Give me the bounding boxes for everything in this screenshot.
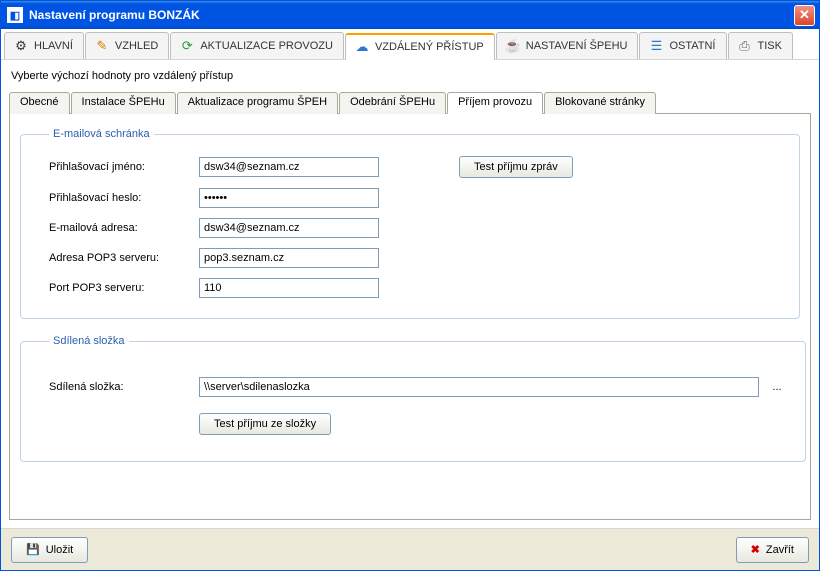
main-tab-ostatni[interactable]: ☰ OSTATNÍ [639, 32, 726, 59]
main-tab-label: OSTATNÍ [669, 40, 715, 52]
main-tab-vzhled[interactable]: ✎ VZHLED [85, 32, 169, 59]
main-tabs: ⚙ HLAVNÍ ✎ VZHLED ⟳ AKTUALIZACE PROVOZU … [1, 29, 819, 60]
row-test-folder: Test příjmu ze složky [49, 413, 787, 435]
sub-tab-odebrani-spehu[interactable]: Odebrání ŠPEHu [339, 92, 446, 114]
save-button[interactable]: 💾 Uložit [11, 537, 88, 563]
pop3-port-input[interactable] [199, 278, 379, 298]
refresh-icon: ⟳ [179, 38, 195, 54]
shared-folder-input[interactable] [199, 377, 759, 397]
row-shared-folder: Sdílená složka: ... [49, 377, 787, 397]
close-button[interactable]: ✖ Zavřít [736, 537, 809, 563]
remote-icon: ☁ [354, 39, 370, 55]
group-email: E-mailová schránka Přihlašovací jméno: T… [20, 128, 800, 319]
group-email-legend: E-mailová schránka [49, 128, 154, 140]
pop3-addr-label: Adresa POP3 serveru: [49, 252, 199, 264]
shared-folder-label: Sdílená složka: [49, 381, 199, 393]
paint-icon: ✎ [94, 38, 110, 54]
main-tab-label: NASTAVENÍ ŠPEHU [526, 40, 628, 52]
pop3-port-label: Port POP3 serveru: [49, 282, 199, 294]
browse-folder-button[interactable]: ... [767, 381, 787, 393]
row-password: Přihlašovací heslo: [49, 188, 781, 208]
app-icon: ◧ [7, 7, 23, 23]
password-label: Přihlašovací heslo: [49, 192, 199, 204]
test-folder-button[interactable]: Test příjmu ze složky [199, 413, 331, 435]
tab-body: E-mailová schránka Přihlašovací jméno: T… [9, 114, 811, 520]
sub-tab-prijem-provozu[interactable]: Příjem provozu [447, 92, 543, 114]
save-icon: 💾 [26, 543, 40, 556]
login-label: Přihlašovací jméno: [49, 161, 199, 173]
group-share-legend: Sdílená složka [49, 335, 129, 347]
main-tab-aktualizace[interactable]: ⟳ AKTUALIZACE PROVOZU [170, 32, 344, 59]
row-login: Přihlašovací jméno: Test příjmu zpráv [49, 156, 781, 178]
sub-tab-obecne[interactable]: Obecné [9, 92, 70, 114]
main-tab-tisk[interactable]: ⎙ TISK [728, 32, 793, 59]
pop3-addr-input[interactable] [199, 248, 379, 268]
close-icon: ✕ [799, 7, 810, 23]
window-close-button[interactable]: ✕ [794, 5, 815, 26]
main-tab-nastaveni-spehu[interactable]: ☕ NASTAVENÍ ŠPEHU [496, 32, 639, 59]
main-tab-label: HLAVNÍ [34, 40, 73, 52]
password-input[interactable] [199, 188, 379, 208]
main-tab-vzdaleny-pristup[interactable]: ☁ VZDÁLENÝ PŘÍSTUP [345, 33, 495, 60]
test-messages-button[interactable]: Test příjmu zpráv [459, 156, 573, 178]
row-pop3-port: Port POP3 serveru: [49, 278, 781, 298]
login-input[interactable] [199, 157, 379, 177]
email-input[interactable] [199, 218, 379, 238]
email-label: E-mailová adresa: [49, 222, 199, 234]
titlebar: ◧ Nastavení programu BONZÁK ✕ [1, 1, 819, 29]
app-window: ◧ Nastavení programu BONZÁK ✕ ⚙ HLAVNÍ ✎… [0, 0, 820, 571]
main-tab-label: TISK [758, 40, 782, 52]
main-tab-label: VZHLED [115, 40, 158, 52]
instruction-text: Vyberte výchozí hodnoty pro vzdálený pří… [9, 66, 811, 90]
main-tab-label: AKTUALIZACE PROVOZU [200, 40, 333, 52]
sub-tabs: Obecné Instalace ŠPEHu Aktualizace progr… [9, 91, 811, 114]
main-tab-hlavni[interactable]: ⚙ HLAVNÍ [4, 32, 84, 59]
gear-icon: ⚙ [13, 38, 29, 54]
row-pop3-addr: Adresa POP3 serveru: [49, 248, 781, 268]
sub-tab-blokovane-stranky[interactable]: Blokované stránky [544, 92, 656, 114]
sub-tab-instalace-spehu[interactable]: Instalace ŠPEHu [71, 92, 176, 114]
window-title: Nastavení programu BONZÁK [29, 8, 794, 22]
close-x-icon: ✖ [751, 543, 760, 556]
printer-icon: ⎙ [737, 38, 753, 54]
row-email: E-mailová adresa: [49, 218, 781, 238]
list-icon: ☰ [648, 38, 664, 54]
content: Vyberte výchozí hodnoty pro vzdálený pří… [1, 60, 819, 528]
close-button-label: Zavřít [766, 544, 794, 556]
main-tab-label: VZDÁLENÝ PŘÍSTUP [375, 41, 484, 53]
spy-icon: ☕ [505, 38, 521, 54]
sub-tab-aktualizace-speh[interactable]: Aktualizace programu ŠPEH [177, 92, 338, 114]
save-button-label: Uložit [46, 544, 74, 556]
group-share: Sdílená složka Sdílená složka: ... Test … [20, 335, 806, 462]
footer: 💾 Uložit ✖ Zavřít [1, 528, 819, 570]
